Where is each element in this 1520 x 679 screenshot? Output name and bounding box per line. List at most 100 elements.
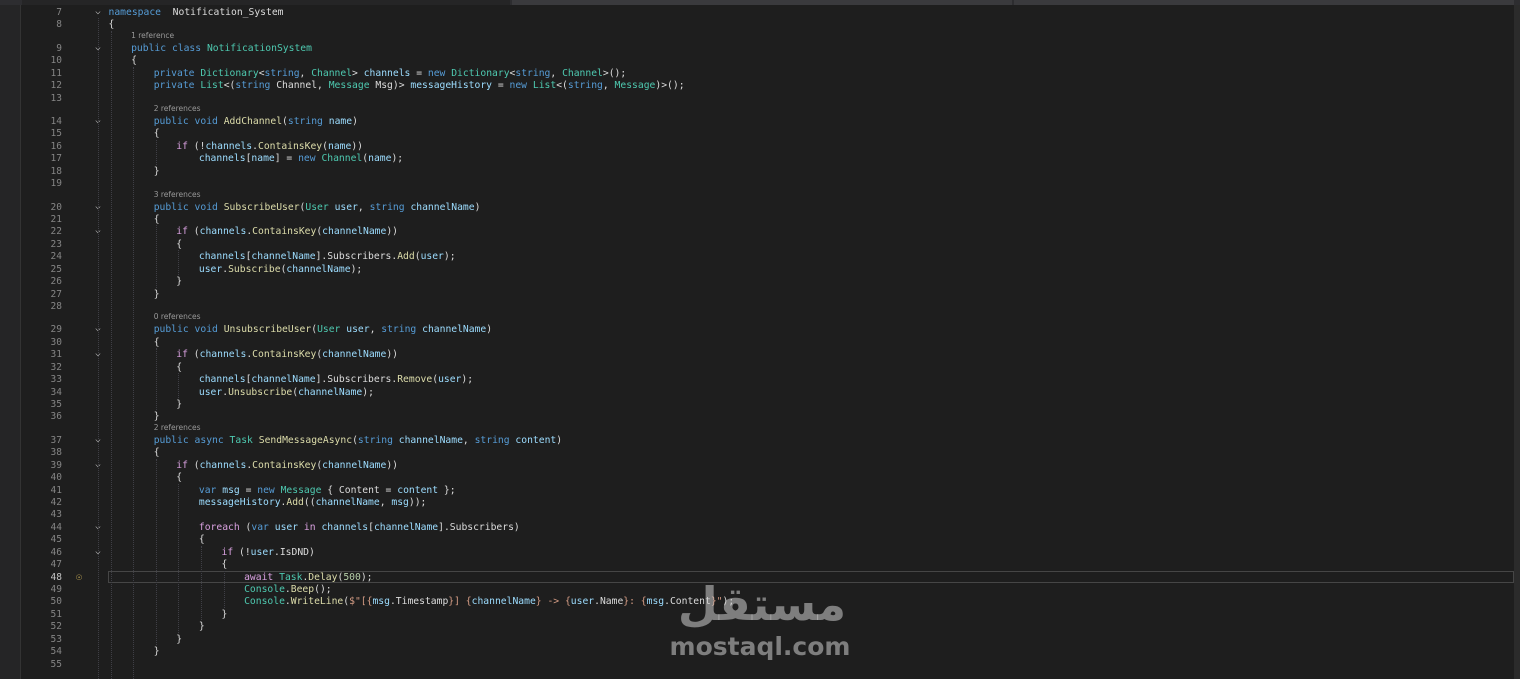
code-text[interactable]: var msg = new Message { Content = conten… xyxy=(199,484,456,497)
code-lens-references[interactable]: 0 references xyxy=(154,311,201,322)
code-text[interactable]: { xyxy=(154,127,160,140)
code-text[interactable]: { xyxy=(109,18,115,31)
code-text[interactable]: } xyxy=(199,620,205,633)
code-text[interactable]: user.Subscribe(channelName); xyxy=(199,263,362,276)
code-text[interactable]: } xyxy=(176,275,182,288)
code-text[interactable]: channels[channelName].Subscribers.Remove… xyxy=(199,373,473,386)
code-text[interactable]: { xyxy=(154,213,160,226)
code-text[interactable]: if (!channels.ContainsKey(name)) xyxy=(176,140,363,153)
code-line[interactable]: 28 xyxy=(0,300,1514,313)
code-line[interactable]: 19 xyxy=(0,177,1514,190)
code-line[interactable]: 37 ⌵ public async Task SendMessageAsync(st… xyxy=(0,434,1514,447)
code-line[interactable]: 18} xyxy=(0,165,1514,178)
code-text[interactable]: await Task.Delay(500); xyxy=(244,571,372,584)
code-text[interactable]: } xyxy=(176,398,182,411)
code-text[interactable]: { xyxy=(176,471,182,484)
code-line[interactable]: 11 private Dictionary<string, Channel> ch… xyxy=(0,67,1514,80)
code-text[interactable]: { xyxy=(176,238,182,251)
code-text[interactable]: public void AddChannel(string name) xyxy=(154,115,358,128)
code-line[interactable]: 42 messageHistory.Add((channelName, msg))… xyxy=(0,496,1514,509)
code-text[interactable]: foreach (var user in channels[channelNam… xyxy=(199,521,520,534)
code-line[interactable]: 29 ⌵ public void UnsubscribeUser(User user… xyxy=(0,323,1514,336)
document-tab[interactable] xyxy=(1014,0,1514,5)
code-line[interactable]: 32 { xyxy=(0,361,1514,374)
code-line[interactable]: 8{ xyxy=(0,18,1514,31)
code-line[interactable]: 20 ⌵ public void SubscribeUser(User user, … xyxy=(0,201,1514,214)
code-line[interactable]: 27} xyxy=(0,288,1514,301)
code-text[interactable]: { xyxy=(176,361,182,374)
vertical-scrollbar[interactable] xyxy=(1514,5,1520,679)
code-line[interactable]: 16 if (!channels.ContainsKey(name)) xyxy=(0,140,1514,153)
code-text[interactable]: { xyxy=(222,558,228,571)
code-text[interactable]: } xyxy=(222,608,228,621)
code-text[interactable]: private List<(string Channel, Message Ms… xyxy=(154,79,685,92)
code-line[interactable]: 35} xyxy=(0,398,1514,411)
code-text[interactable]: public async Task SendMessageAsync(strin… xyxy=(154,434,562,447)
document-tab[interactable] xyxy=(22,0,510,5)
code-line[interactable]: 22 ⌵ if (channels.ContainsKey(channelName)… xyxy=(0,225,1514,238)
code-line[interactable]: 33 channels[channelName].Subscribers.Remo… xyxy=(0,373,1514,386)
code-text[interactable]: { xyxy=(154,336,160,349)
code-line[interactable]: 21 { xyxy=(0,213,1514,226)
code-text[interactable]: namespace Notification_System xyxy=(109,6,284,19)
code-line[interactable]: 24 channels[channelName].Subscribers.Add(… xyxy=(0,250,1514,263)
code-token: ( xyxy=(239,521,252,533)
document-tab-strip[interactable] xyxy=(0,0,1520,5)
code-line[interactable]: 45 { xyxy=(0,533,1514,546)
code-text[interactable]: Console.Beep(); xyxy=(244,583,332,596)
code-line[interactable]: 7 ⌵ namespace Notification_System xyxy=(0,6,1514,19)
code-line[interactable]: 44 ⌵ foreach (var user in channels[channel… xyxy=(0,521,1514,534)
line-number: 12 xyxy=(50,80,62,92)
code-line[interactable]: 31 ⌵ if (channels.ContainsKey(channelName)… xyxy=(0,348,1514,361)
code-line[interactable]: 38 { xyxy=(0,446,1514,459)
code-line[interactable]: 9 ⌵ public class NotificationSystem xyxy=(0,42,1514,55)
code-text[interactable]: { xyxy=(199,533,205,546)
code-text[interactable]: } xyxy=(176,633,182,646)
code-lens-references[interactable]: 3 references xyxy=(154,189,201,200)
code-line[interactable]: 26} xyxy=(0,275,1514,288)
code-line[interactable]: 15 { xyxy=(0,127,1514,140)
code-line[interactable]: 41 var msg = new Message { Content = cont… xyxy=(0,484,1514,497)
code-text[interactable]: if (!user.IsDND) xyxy=(222,546,315,559)
code-lens-references[interactable]: 1 reference xyxy=(131,30,174,41)
code-text[interactable]: messageHistory.Add((channelName, msg)); xyxy=(199,496,427,509)
document-tab[interactable] xyxy=(512,0,1012,5)
lightbulb-icon[interactable]: ☉ xyxy=(74,571,84,584)
code-line[interactable]: 12 private List<(string Channel, Message … xyxy=(0,79,1514,92)
code-text[interactable]: if (channels.ContainsKey(channelName)) xyxy=(176,459,398,472)
code-line[interactable]: 36} xyxy=(0,410,1514,423)
code-line[interactable]: 13 xyxy=(0,92,1514,105)
code-text[interactable]: if (channels.ContainsKey(channelName)) xyxy=(176,225,398,238)
code-line[interactable]: 39 ⌵ if (channels.ContainsKey(channelName)… xyxy=(0,459,1514,472)
code-text[interactable]: Console.WriteLine($"[{msg.Timestamp}] {c… xyxy=(244,595,734,608)
line-number: 25 xyxy=(50,263,62,275)
code-text[interactable]: } xyxy=(154,288,160,301)
code-text[interactable]: channels[name] = new Channel(name); xyxy=(199,152,403,165)
code-line[interactable]: 17 channels[name] = new Channel(name); xyxy=(0,152,1514,165)
code-text[interactable]: { xyxy=(154,446,160,459)
code-line[interactable]: 14 ⌵ public void AddChannel(string name) xyxy=(0,115,1514,128)
code-lens-references[interactable]: 2 references xyxy=(154,103,201,114)
code-line[interactable]: 34 user.Unsubscribe(channelName); xyxy=(0,386,1514,399)
code-lens-references[interactable]: 2 references xyxy=(154,422,201,433)
code-text[interactable]: { xyxy=(131,54,137,67)
code-text[interactable]: public void SubscribeUser(User user, str… xyxy=(154,201,481,214)
code-text[interactable]: } xyxy=(154,645,160,658)
code-text[interactable]: if (channels.ContainsKey(channelName)) xyxy=(176,348,398,361)
code-line[interactable]: 40 { xyxy=(0,471,1514,484)
line-number: 32 xyxy=(50,361,62,373)
code-line[interactable]: 47 { xyxy=(0,558,1514,571)
code-line[interactable]: 10 { xyxy=(0,54,1514,67)
code-line[interactable]: 30 { xyxy=(0,336,1514,349)
line-number: 47 xyxy=(50,559,62,571)
code-line[interactable]: 23 { xyxy=(0,238,1514,251)
code-text[interactable]: private Dictionary<string, Channel> chan… xyxy=(154,67,627,80)
code-text[interactable]: public void UnsubscribeUser(User user, s… xyxy=(154,323,492,336)
code-line[interactable]: 25 user.Subscribe(channelName); xyxy=(0,263,1514,276)
code-text[interactable]: user.Unsubscribe(channelName); xyxy=(199,386,374,399)
code-line[interactable]: 46 ⌵ if (!user.IsDND) xyxy=(0,546,1514,559)
code-text[interactable]: public class NotificationSystem xyxy=(131,42,312,55)
code-text[interactable]: } xyxy=(154,165,160,178)
code-text[interactable]: channels[channelName].Subscribers.Add(us… xyxy=(199,250,456,263)
code-line[interactable]: 43 xyxy=(0,508,1514,521)
